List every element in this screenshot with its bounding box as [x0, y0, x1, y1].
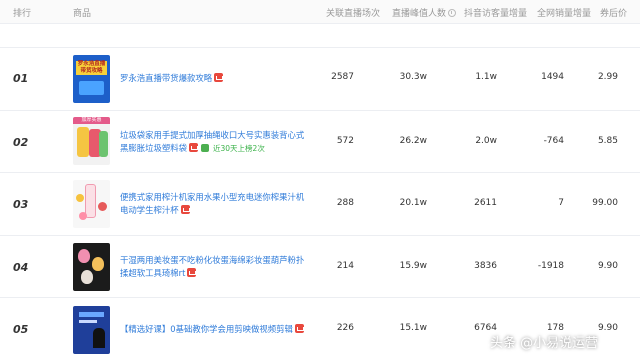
peak-viewers: 15.1w	[399, 323, 427, 333]
ranking-tag: 近30天上榜2次	[213, 144, 265, 153]
shop-icon	[214, 73, 224, 82]
table-header: 排行 商品 关联直播场次 直播峰值人数 抖音访客量增量 全网销量增量 券后价	[0, 0, 640, 24]
rank-number: 01	[13, 72, 29, 85]
header-sales-growth[interactable]: 全网销量增量	[537, 6, 591, 19]
trend-icon	[201, 144, 209, 152]
trash-bag-image[interactable]: 加厚实惠	[73, 117, 110, 165]
visitor-growth: 3836	[474, 261, 497, 271]
live-count: 2587	[331, 72, 354, 82]
rank-number: 05	[13, 323, 29, 336]
price: 2.99	[597, 72, 618, 82]
table-row[interactable]: 02 加厚实惠 垃圾袋家用手提式加厚抽绳收口大号实惠装背心式黑膨胀垃圾塑料袋 近3…	[0, 111, 640, 173]
rank-number: 04	[13, 261, 29, 274]
sales-growth: 1494	[541, 72, 564, 82]
sales-growth: -764	[543, 136, 564, 146]
peak-viewers: 26.2w	[399, 136, 427, 146]
video-course-image[interactable]	[73, 306, 110, 354]
price: 5.85	[597, 136, 618, 146]
product-title[interactable]: 【精选好课】0基础教你学会用剪映做视频剪辑	[120, 323, 310, 336]
table-spacer-row	[0, 24, 640, 48]
price: 9.90	[597, 323, 618, 333]
table-row[interactable]: 05 【精选好课】0基础教你学会用剪映做视频剪辑 226 15.1w 6764 …	[0, 298, 640, 363]
product-title[interactable]: 便携式家用榨汁机家用水果小型充电迷你榨果汁机电动学生榨汁杯	[120, 191, 310, 217]
table-row[interactable]: 03 便携式家用榨汁机家用水果小型充电迷你榨果汁机电动学生榨汁杯 288 20.…	[0, 173, 640, 236]
peak-viewers: 30.3w	[399, 72, 427, 82]
header-rank: 排行	[13, 9, 32, 19]
table-row[interactable]: 04 干湿两用美妆蛋不吃粉化妆蛋海绵彩妆蛋葫芦粉扑揉超软工具琦棉rt 214 1…	[0, 236, 640, 298]
shop-icon	[180, 205, 190, 214]
course-cover-image[interactable]: 罗永浩直播带货攻略	[73, 55, 110, 103]
watermark: 头条 @小易说运营	[490, 336, 599, 351]
juicer-image[interactable]	[73, 180, 110, 228]
live-count: 288	[336, 198, 354, 208]
shop-icon	[187, 268, 197, 277]
live-count: 214	[336, 261, 354, 271]
peak-viewers: 15.9w	[399, 261, 427, 271]
product-title[interactable]: 干湿两用美妆蛋不吃粉化妆蛋海绵彩妆蛋葫芦粉扑揉超软工具琦棉rt	[120, 254, 310, 280]
sales-growth: 7	[558, 198, 564, 208]
price: 99.00	[592, 198, 618, 208]
live-count: 572	[336, 136, 354, 146]
header-peak-viewers[interactable]: 直播峰值人数	[392, 6, 457, 19]
price: 9.90	[597, 261, 618, 271]
header-product: 商品	[73, 9, 92, 19]
shop-icon	[189, 143, 198, 152]
peak-viewers: 20.1w	[399, 198, 427, 208]
visitor-growth: 2.0w	[475, 136, 497, 146]
visitor-growth: 2611	[474, 198, 497, 208]
rank-number: 02	[13, 136, 29, 149]
product-title[interactable]: 垃圾袋家用手提式加厚抽绳收口大号实惠装背心式黑膨胀垃圾塑料袋 近30天上榜2次	[120, 129, 310, 155]
table-row[interactable]: 01 罗永浩直播带货攻略 罗永浩直播带货爆款攻略 2587 30.3w 1.1w…	[0, 48, 640, 111]
rank-number: 03	[13, 198, 29, 211]
makeup-sponge-image[interactable]	[73, 243, 110, 291]
header-price[interactable]: 券后价	[600, 6, 627, 19]
shop-icon	[294, 324, 304, 333]
header-visitor-growth[interactable]: 抖音访客量增量	[464, 6, 527, 19]
visitor-growth: 1.1w	[475, 72, 497, 82]
header-live-count[interactable]: 关联直播场次	[326, 6, 380, 19]
product-title[interactable]: 罗永浩直播带货爆款攻略	[120, 72, 310, 85]
info-icon	[448, 9, 457, 17]
live-count: 226	[336, 323, 354, 333]
sales-growth: -1918	[537, 261, 564, 271]
